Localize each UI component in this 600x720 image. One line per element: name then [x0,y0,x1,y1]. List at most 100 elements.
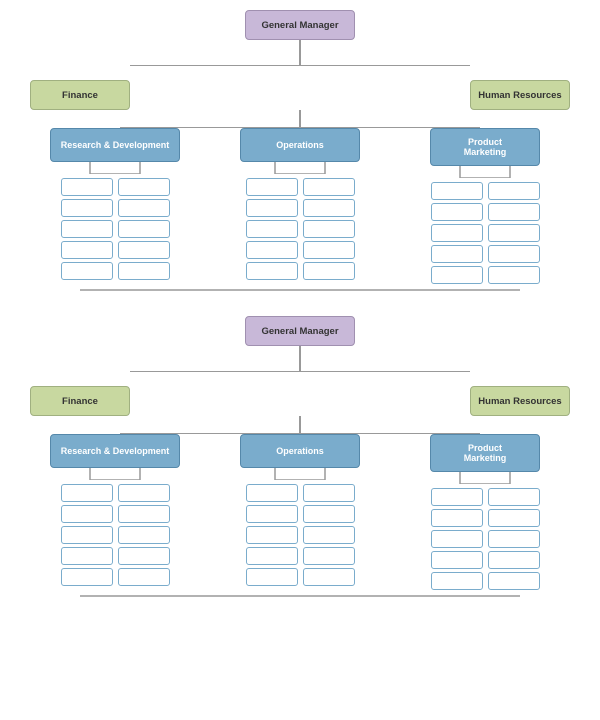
finance-box-1: Finance [30,80,130,110]
empty-box [118,505,170,523]
hr-box-2: Human Resources [470,386,570,416]
rd-col2-1 [118,178,170,280]
pm-col2-1 [488,182,540,284]
gm-box-2: General Manager [245,316,355,346]
empty-box [488,572,540,590]
pm-sub-boxes-1 [431,182,540,284]
pm-col1-2 [431,488,483,590]
empty-box [303,241,355,259]
rd-col1-1 [61,178,113,280]
dept-connector-1 [30,110,570,128]
ops-col2-1 [303,178,355,280]
empty-box [246,262,298,280]
dept-connector-svg-1 [30,110,570,128]
empty-box [61,484,113,502]
empty-box [431,509,483,527]
empty-box [118,526,170,544]
empty-box [303,220,355,238]
hr-col-2: Human Resources [470,386,570,416]
pm-col2-2 [488,488,540,590]
hr-label-2: Human Resources [478,396,561,407]
empty-box [303,568,355,586]
gm-label-1: General Manager [261,20,338,31]
pm-sub-boxes-2 [431,488,540,590]
finance-hr-connector-1 [30,52,570,66]
depts-row-2: Research & Development [30,434,570,590]
rd-col2-2 [118,484,170,586]
empty-box [246,484,298,502]
dept-pm-label-2: Product Marketing [464,443,507,463]
empty-box [61,262,113,280]
empty-box [246,568,298,586]
dept-ops-box-1: Operations [240,128,360,162]
vline-gm1 [299,40,301,52]
empty-box [431,245,483,263]
finance-label-1: Finance [62,90,98,101]
empty-box [246,199,298,217]
empty-box [246,526,298,544]
dept-rd-box-2: Research & Development [50,434,180,468]
empty-box [118,199,170,217]
hr-box-1: Human Resources [470,80,570,110]
gm-box-1: General Manager [245,10,355,40]
ops-col1-1 [246,178,298,280]
pm-sub-connector-2 [425,472,545,484]
empty-box [61,178,113,196]
empty-box [431,488,483,506]
section-divider [5,296,595,316]
rd-col1-2 [61,484,113,586]
empty-box [246,178,298,196]
empty-box [246,220,298,238]
empty-box [488,530,540,548]
hr-col-1: Human Resources [470,80,570,110]
ops-sub-connector-2 [240,468,360,480]
ops-col2-2 [303,484,355,586]
empty-box [431,182,483,200]
gm-section-1: General Manager [245,10,355,52]
dept-ops-box-2: Operations [240,434,360,468]
empty-box [118,241,170,259]
dept-ops-label-1: Operations [276,140,324,150]
finance-hr-row-2: Finance Human Resources [30,358,570,416]
dept-rd-label-2: Research & Development [61,446,170,456]
empty-box [118,220,170,238]
rd-sub-boxes-1 [61,178,170,280]
empty-box [118,178,170,196]
empty-box [488,266,540,284]
empty-box [488,224,540,242]
empty-box [431,203,483,221]
ops-sub-boxes-1 [246,178,355,280]
finance-label-2: Finance [62,396,98,407]
dept-rd-2: Research & Development [30,434,200,586]
empty-box [246,547,298,565]
org-chart-1: General Manager Finance Human Resources [10,10,590,296]
gm-label-2: General Manager [261,326,338,337]
ops-sub-connector-1 [240,162,360,174]
bottom-svg-1 [30,284,570,296]
pm-sub-connector-1 [425,166,545,178]
bottom-connector-1 [30,284,570,296]
pm-col1-1 [431,182,483,284]
dept-pm-box-1: Product Marketing [430,128,540,166]
empty-box [246,241,298,259]
empty-box [431,266,483,284]
empty-box [118,568,170,586]
depts-row-1: Research & Development [30,128,570,284]
dept-ops-1: Operations [215,128,385,280]
empty-box [61,199,113,217]
finance-hr-row-1: Finance Human Resources [30,52,570,110]
empty-box [61,568,113,586]
dept-rd-1: Research & Development [30,128,200,280]
empty-box [61,220,113,238]
empty-box [61,505,113,523]
hr-label-1: Human Resources [478,90,561,101]
empty-box [488,182,540,200]
empty-box [61,547,113,565]
vline-gm2 [299,346,301,358]
empty-box [303,505,355,523]
dept-ops-label-2: Operations [276,446,324,456]
bottom-svg-2 [30,590,570,602]
empty-box [488,245,540,263]
dept-connector-2 [30,416,570,434]
dept-ops-2: Operations [215,434,385,586]
